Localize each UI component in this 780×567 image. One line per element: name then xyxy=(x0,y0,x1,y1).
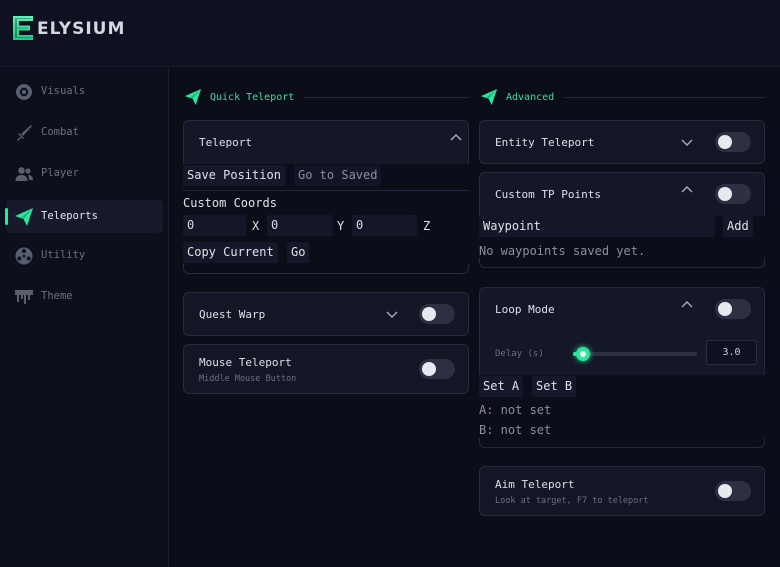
sidebar-item-visuals[interactable]: Visuals xyxy=(6,75,163,108)
save-position-button[interactable]: Save Position xyxy=(183,165,285,186)
entity-teleport-card[interactable]: Entity Teleport xyxy=(479,120,765,164)
card-title: Teleport xyxy=(199,136,252,149)
z-label: Z xyxy=(423,219,431,233)
sidebar: Visuals Combat Player Teleports Utility … xyxy=(0,68,169,567)
x-label: X xyxy=(252,219,260,233)
card-subtitle: Middle Mouse Button xyxy=(199,374,297,384)
section-divider xyxy=(564,96,765,98)
card-title: Custom TP Points xyxy=(495,188,601,201)
point-a-status: A: not set xyxy=(479,403,552,417)
sidebar-item-label: Teleports xyxy=(41,210,98,222)
waypoints-empty-text: No waypoints saved yet. xyxy=(479,244,646,258)
section-title: Advanced xyxy=(506,91,555,103)
sidebar-item-theme[interactable]: Theme xyxy=(6,280,163,313)
app-logo: ELYSIUM xyxy=(12,15,125,41)
divider xyxy=(183,190,469,191)
custom-coords-label: Custom Coords xyxy=(183,196,277,210)
add-waypoint-button[interactable]: Add xyxy=(723,216,753,237)
section-header-advanced: Advanced xyxy=(480,88,765,106)
slider-thumb[interactable] xyxy=(576,347,590,361)
z-coord-input[interactable]: 0 xyxy=(352,215,417,236)
quest-warp-card[interactable]: Quest Warp xyxy=(183,292,469,336)
chevron-down-icon[interactable] xyxy=(681,139,693,147)
section-title: Quick Teleport xyxy=(210,91,295,103)
card-title: Entity Teleport xyxy=(495,136,595,149)
sidebar-item-label: Combat xyxy=(41,126,79,138)
toggle-knob xyxy=(422,307,436,321)
toggle-knob xyxy=(718,187,732,201)
sidebar-item-player[interactable]: Player xyxy=(6,157,163,190)
sidebar-item-combat[interactable]: Combat xyxy=(6,116,163,149)
loop-mode-card-header[interactable]: Loop Mode Delay (s) 3.0 xyxy=(479,287,765,375)
eye-target-icon xyxy=(14,82,34,102)
go-to-saved-button[interactable]: Go to Saved xyxy=(294,165,382,186)
toggle-knob xyxy=(718,484,732,498)
paint-drip-icon xyxy=(14,287,34,307)
point-b-status: B: not set xyxy=(479,423,552,437)
mouse-teleport-card: Mouse Teleport Middle Mouse Button xyxy=(183,344,469,394)
logo-mark-icon xyxy=(12,15,34,41)
card-title: Mouse Teleport xyxy=(199,356,292,369)
custom-tp-points-card-header[interactable]: Custom TP Points xyxy=(479,172,765,216)
sidebar-item-utility[interactable]: Utility xyxy=(6,239,163,272)
card-subtitle: Look at target, F7 to teleport xyxy=(495,496,649,506)
sidebar-item-label: Utility xyxy=(41,249,86,261)
main-content: Quick Teleport Teleport Save Position Go… xyxy=(170,68,780,567)
waypoint-name-input[interactable]: Waypoint xyxy=(479,216,715,237)
app-name: ELYSIUM xyxy=(37,18,126,39)
quest-warp-toggle[interactable] xyxy=(419,304,455,324)
aim-teleport-card: Aim Teleport Look at target, F7 to telep… xyxy=(479,466,765,516)
users-icon xyxy=(14,164,34,184)
toggle-knob xyxy=(718,302,732,316)
card-title: Loop Mode xyxy=(495,303,555,316)
mouse-teleport-toggle[interactable] xyxy=(419,359,455,379)
chevron-up-icon[interactable] xyxy=(450,133,462,141)
sword-icon xyxy=(14,123,34,143)
sidebar-item-label: Player xyxy=(41,167,79,179)
delay-label: Delay (s) xyxy=(495,349,544,359)
entity-teleport-toggle[interactable] xyxy=(715,132,751,152)
copy-current-button[interactable]: Copy Current xyxy=(183,242,278,263)
section-divider xyxy=(304,96,469,98)
delay-slider[interactable] xyxy=(573,347,697,361)
chevron-up-icon[interactable] xyxy=(681,185,693,193)
app-header: ELYSIUM xyxy=(0,0,780,67)
x-coord-input[interactable]: 0 xyxy=(183,215,246,236)
section-header-quick-teleport: Quick Teleport xyxy=(184,88,469,106)
aim-teleport-toggle[interactable] xyxy=(715,481,751,501)
loop-mode-card-footer xyxy=(479,438,765,448)
card-title: Quest Warp xyxy=(199,308,266,321)
paper-plane-icon xyxy=(480,88,498,106)
toggle-knob xyxy=(422,362,436,376)
sidebar-item-label: Visuals xyxy=(41,85,86,97)
custom-tp-points-toggle[interactable] xyxy=(715,184,751,204)
set-b-button[interactable]: Set B xyxy=(532,376,577,397)
y-label: Y xyxy=(337,219,345,233)
teleport-card-header[interactable]: Teleport xyxy=(183,120,469,164)
paper-plane-icon xyxy=(184,88,202,106)
custom-tp-points-card-footer xyxy=(479,258,765,268)
teleport-card-footer xyxy=(183,264,469,274)
go-button[interactable]: Go xyxy=(287,242,310,263)
loop-mode-toggle[interactable] xyxy=(715,299,751,319)
card-title: Aim Teleport xyxy=(495,478,575,491)
set-a-button[interactable]: Set A xyxy=(479,376,524,397)
sidebar-item-label: Theme xyxy=(41,290,73,302)
chevron-down-icon[interactable] xyxy=(386,311,398,319)
gear-icon xyxy=(14,246,34,266)
sidebar-item-teleports[interactable]: Teleports xyxy=(5,200,163,233)
chevron-up-icon[interactable] xyxy=(681,300,693,308)
paper-plane-icon xyxy=(14,207,34,227)
toggle-knob xyxy=(718,135,732,149)
delay-value-input[interactable]: 3.0 xyxy=(706,340,757,365)
y-coord-input[interactable]: 0 xyxy=(267,215,333,236)
